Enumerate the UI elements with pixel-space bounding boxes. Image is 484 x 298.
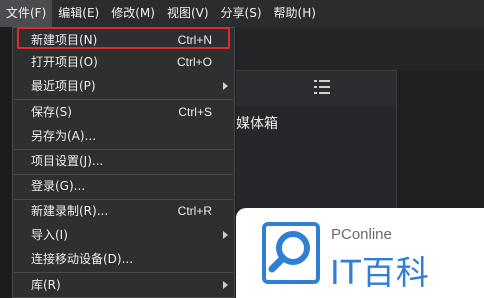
menu-item-library[interactable]: 库(R) [13,273,234,297]
menu-item-shortcut: Ctrl+O [176,55,212,69]
menu-item-save[interactable]: 保存(S) Ctrl+S [13,100,234,124]
watermark-brand: PConline [331,226,392,243]
media-bin-title: 媒体箱 [236,116,278,132]
menu-item-connect-mobile[interactable]: 连接移动设备(D)... [13,247,234,271]
menu-item-import[interactable]: 导入(I) [13,223,234,247]
menu-bar: 文件(F) 编辑(E) 修改(M) 视图(V) 分享(S) 帮助(H) [0,0,484,27]
menu-item-label: 导入(I) [31,228,68,242]
menu-item-label: 打开项目(O) [31,55,98,69]
menu-item-new-recording[interactable]: 新建录制(R)... Ctrl+R [13,199,234,223]
menu-item-shortcut: Ctrl+R [177,204,212,218]
pconline-logo-icon [262,222,320,284]
annotation-highlight-box [17,27,230,49]
menu-file[interactable]: 文件(F) [0,0,53,27]
menu-item-open-project[interactable]: 打开项目(O) Ctrl+O [13,50,234,74]
menu-item-save-as[interactable]: 另存为(A)... [13,124,234,148]
menu-item-shortcut: Ctrl+S [178,105,212,119]
menu-item-label: 库(R) [31,278,61,292]
menu-item-label: 最近项目(P) [31,79,96,93]
menu-item-label: 项目设置(J)... [31,154,104,168]
menu-item-project-settings[interactable]: 项目设置(J)... [13,149,234,173]
menu-share[interactable]: 分享(S) [215,0,268,27]
watermark-name: IT百科 [330,253,430,292]
menu-item-sign-in[interactable]: 登录(G)... [13,174,234,198]
menu-item-label: 保存(S) [31,105,72,119]
menu-item-label: 连接移动设备(D)... [31,252,134,266]
menu-edit[interactable]: 编辑(E) [52,0,105,27]
menu-item-label: 新建录制(R)... [31,204,109,218]
submenu-arrow-icon [223,82,228,90]
submenu-arrow-icon [223,231,228,239]
menu-item-label: 登录(G)... [31,179,86,193]
menu-modify[interactable]: 修改(M) [105,0,161,27]
menu-item-recent-projects[interactable]: 最近项目(P) [13,74,234,98]
menu-view[interactable]: 视图(V) [161,0,215,27]
toolbar-area [236,27,484,70]
submenu-arrow-icon [223,281,228,289]
menu-help[interactable]: 帮助(H) [268,0,322,27]
file-menu-dropdown: 新建项目(N) Ctrl+N 打开项目(O) Ctrl+O 最近项目(P) 保存… [12,27,235,298]
menu-item-label: 另存为(A)... [31,129,97,143]
list-view-icon[interactable] [314,79,330,95]
